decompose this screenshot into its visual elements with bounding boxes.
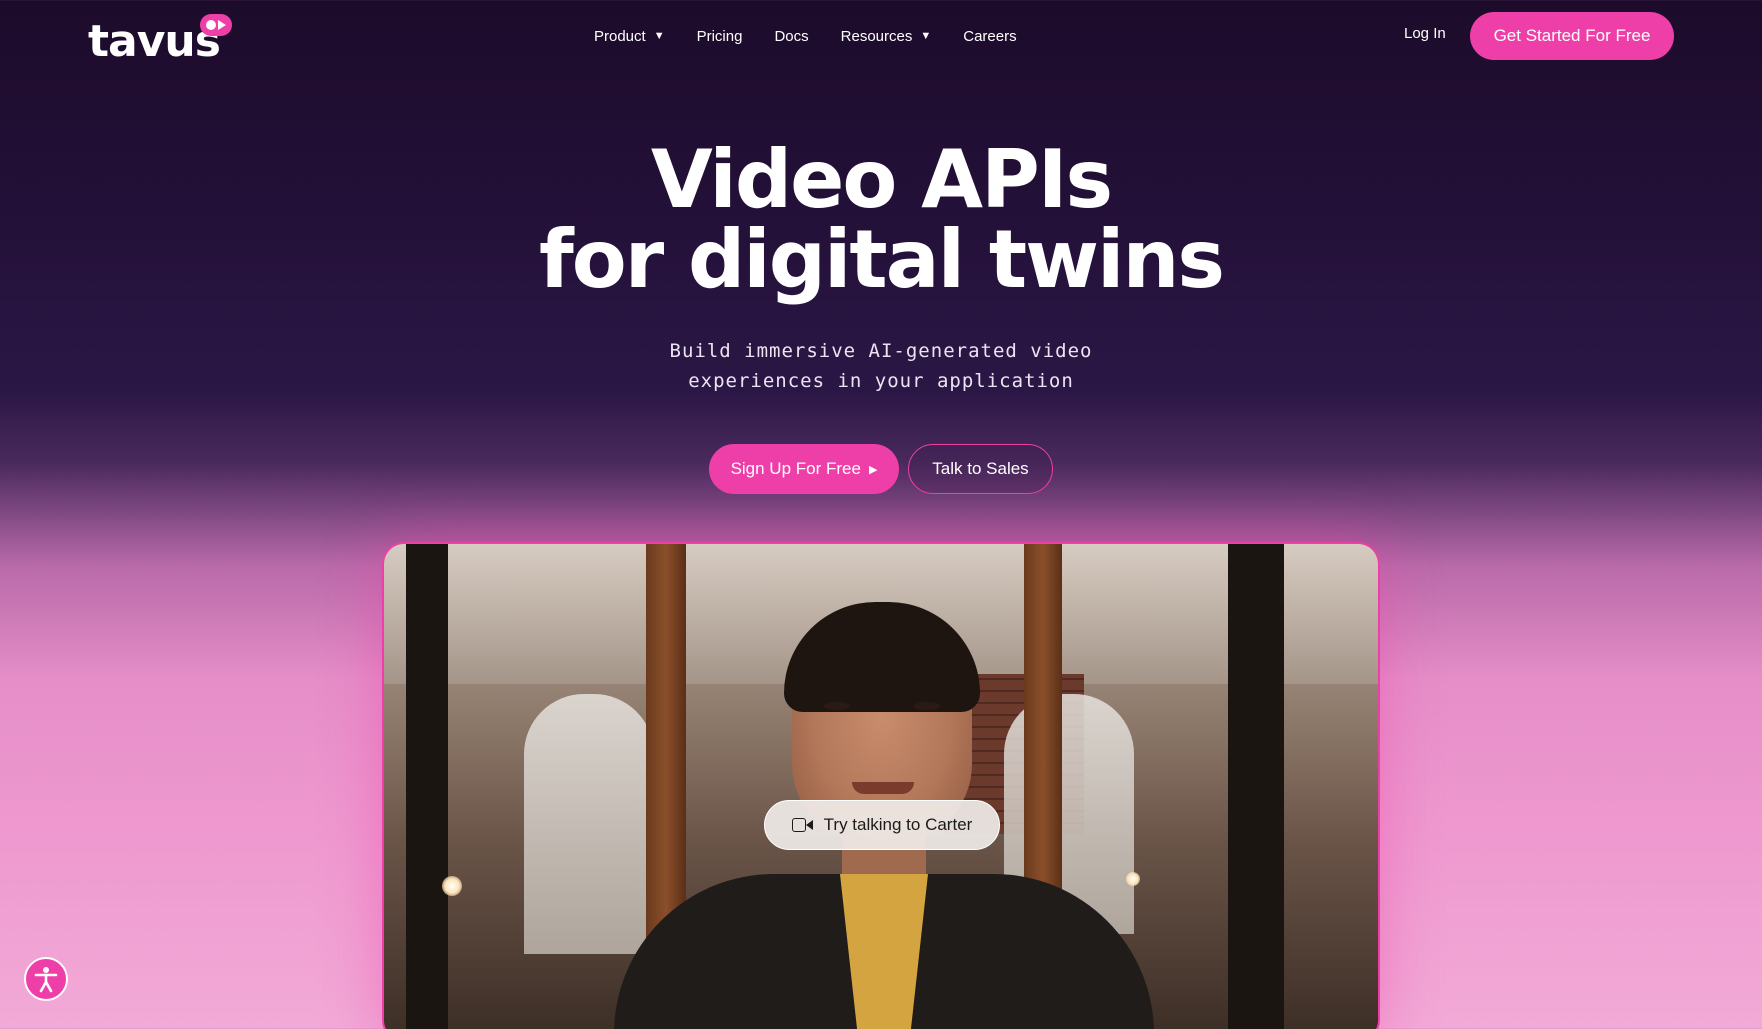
nav-item-product[interactable]: Product ▼ xyxy=(594,24,665,48)
play-icon: ▶ xyxy=(868,463,878,476)
video-camera-icon xyxy=(791,817,814,833)
try-talking-button[interactable]: Try talking to Carter xyxy=(764,800,1000,850)
top-nav: tavus Product ▼ Pricing Docs Resources ▼… xyxy=(0,0,1762,72)
hero-title-line-2: for digital twins xyxy=(538,213,1225,306)
nav-item-docs[interactable]: Docs xyxy=(774,24,808,48)
digital-twin-video[interactable]: Try talking to Carter xyxy=(382,542,1380,1029)
login-link[interactable]: Log In xyxy=(1404,25,1446,42)
accessibility-button[interactable] xyxy=(24,957,68,1001)
nav-item-resources[interactable]: Resources ▼ xyxy=(841,24,932,48)
talk-to-sales-button[interactable]: Talk to Sales xyxy=(908,444,1053,494)
nav-item-label: Resources xyxy=(840,27,913,45)
chevron-down-icon: ▼ xyxy=(920,30,932,42)
sign-up-label: Sign Up For Free xyxy=(730,459,861,478)
logo-play-badge-icon xyxy=(200,14,232,36)
sign-up-button[interactable]: Sign Up For Free ▶ xyxy=(709,444,899,494)
hero-title: Video APIs for digital twins xyxy=(0,140,1762,300)
tavus-logo[interactable]: tavus xyxy=(88,14,238,67)
nav-item-pricing[interactable]: Pricing xyxy=(697,24,743,48)
hero-subtitle-line-1: Build immersive AI-generated video xyxy=(669,340,1093,362)
try-talking-label: Try talking to Carter xyxy=(823,815,973,834)
chevron-down-icon: ▼ xyxy=(653,30,665,42)
get-started-button[interactable]: Get Started For Free xyxy=(1470,12,1674,60)
nav-item-careers[interactable]: Careers xyxy=(963,24,1016,48)
hero-title-line-1: Video APIs xyxy=(650,133,1113,226)
main-menu: Product ▼ Pricing Docs Resources ▼ Caree… xyxy=(594,24,1049,48)
nav-item-label: Docs xyxy=(774,27,809,45)
video-scene xyxy=(384,544,1378,1029)
nav-item-label: Product xyxy=(594,27,646,45)
hero-subtitle: Build immersive AI-generated video exper… xyxy=(0,336,1762,396)
accessibility-person-icon xyxy=(34,967,58,993)
hero-subtitle-line-2: experiences in your application xyxy=(688,370,1074,392)
nav-item-label: Careers xyxy=(963,27,1017,45)
nav-item-label: Pricing xyxy=(696,27,743,45)
